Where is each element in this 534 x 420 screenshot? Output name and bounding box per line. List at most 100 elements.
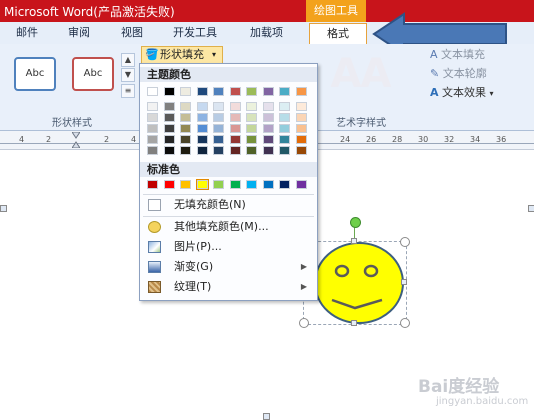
theme-shade-swatch[interactable] [213, 124, 224, 133]
theme-color-swatch[interactable] [213, 87, 224, 96]
resize-handle[interactable] [351, 320, 357, 326]
gallery-scroll-up-icon[interactable]: ▲ [121, 53, 135, 67]
theme-shade-swatch[interactable] [279, 135, 290, 144]
shape-style-red[interactable]: Abc [72, 57, 114, 91]
theme-shade-swatch[interactable] [279, 102, 290, 111]
theme-shade-swatch[interactable] [229, 102, 241, 111]
text-effects-button[interactable]: A 文本效果 ▾ [430, 85, 494, 101]
theme-shade-swatch[interactable] [180, 113, 191, 122]
theme-shade-swatch[interactable] [196, 146, 208, 155]
theme-shade-swatch[interactable] [295, 124, 307, 133]
theme-shade-swatch[interactable] [163, 102, 175, 111]
theme-shade-swatch[interactable] [279, 113, 290, 122]
tab-addins[interactable]: 加载项 [250, 24, 283, 42]
theme-shade-swatch[interactable] [180, 102, 191, 111]
theme-shade-swatch[interactable] [279, 146, 290, 155]
tab-view[interactable]: 视图 [121, 24, 143, 42]
standard-color-swatch[interactable] [180, 180, 191, 189]
standard-color-swatch[interactable] [163, 180, 175, 189]
theme-shade-swatch[interactable] [295, 102, 307, 111]
theme-shade-swatch[interactable] [229, 146, 241, 155]
theme-shade-swatch[interactable] [147, 146, 158, 155]
theme-shade-swatch[interactable] [246, 113, 257, 122]
standard-color-swatch[interactable] [295, 180, 307, 189]
theme-color-swatch[interactable] [279, 87, 290, 96]
resize-handle[interactable] [400, 318, 410, 328]
shape-style-blue[interactable]: Abc [14, 57, 56, 91]
theme-shade-swatch[interactable] [262, 124, 274, 133]
standard-color-swatch[interactable] [262, 180, 274, 189]
theme-shade-swatch[interactable] [213, 102, 224, 111]
theme-shade-swatch[interactable] [163, 113, 175, 122]
text-outline-button[interactable]: ✎ 文本轮廓 [430, 66, 487, 82]
menu-item-picture[interactable]: 图片(P)... [140, 237, 317, 257]
theme-shade-swatch[interactable] [262, 146, 274, 155]
resize-handle[interactable] [401, 279, 407, 285]
theme-color-swatch[interactable] [196, 87, 208, 96]
tab-review[interactable]: 审阅 [68, 24, 90, 42]
theme-shade-swatch[interactable] [180, 135, 191, 144]
theme-color-swatch[interactable] [229, 87, 241, 96]
standard-color-swatch[interactable] [246, 180, 257, 189]
standard-color-swatch[interactable] [195, 179, 209, 190]
contextual-tab-drawing-tools[interactable]: 绘图工具 [306, 0, 366, 22]
theme-shade-swatch[interactable] [163, 146, 175, 155]
text-fill-button[interactable]: A 文本填充 [430, 47, 485, 63]
menu-item-more-fill-colors[interactable]: 其他填充颜色(M)... [140, 217, 317, 237]
theme-shade-swatch[interactable] [147, 102, 158, 111]
ruler-indent-marker-icon[interactable] [71, 131, 81, 149]
menu-item-gradient[interactable]: 渐变(G) ▶ [140, 257, 317, 277]
theme-shade-swatch[interactable] [246, 135, 257, 144]
theme-shade-swatch[interactable] [246, 146, 257, 155]
menu-item-texture[interactable]: 纹理(T) ▶ [140, 277, 317, 297]
theme-shade-swatch[interactable] [180, 124, 191, 133]
resize-handle[interactable] [400, 237, 410, 247]
tab-mailings[interactable]: 邮件 [16, 24, 38, 42]
theme-shade-swatch[interactable] [229, 135, 241, 144]
theme-shade-swatch[interactable] [196, 113, 208, 122]
theme-shade-swatch[interactable] [213, 146, 224, 155]
theme-shade-swatch[interactable] [295, 135, 307, 144]
rotate-handle-icon[interactable] [350, 217, 361, 228]
standard-color-swatch[interactable] [279, 180, 290, 189]
theme-shade-swatch[interactable] [196, 124, 208, 133]
theme-color-swatch[interactable] [147, 87, 158, 96]
theme-shade-swatch[interactable] [262, 135, 274, 144]
theme-shade-swatch[interactable] [246, 102, 257, 111]
theme-shade-swatch[interactable] [262, 113, 274, 122]
theme-color-swatch[interactable] [262, 87, 274, 96]
theme-shade-swatch[interactable] [295, 113, 307, 122]
gallery-more-icon[interactable]: ≡ [121, 84, 135, 98]
standard-color-swatch[interactable] [229, 180, 241, 189]
wordart-style-2[interactable]: A [348, 52, 404, 96]
theme-shade-swatch[interactable] [147, 135, 158, 144]
theme-shade-swatch[interactable] [163, 135, 175, 144]
theme-shade-swatch[interactable] [147, 113, 158, 122]
theme-shade-swatch[interactable] [196, 102, 208, 111]
theme-shade-swatch[interactable] [180, 146, 191, 155]
tab-format[interactable]: 格式 [309, 23, 367, 45]
theme-shade-swatch[interactable] [229, 113, 241, 122]
standard-color-swatch[interactable] [213, 180, 224, 189]
theme-shade-swatch[interactable] [279, 124, 290, 133]
theme-shade-swatch[interactable] [246, 124, 257, 133]
theme-shade-swatch[interactable] [262, 102, 274, 111]
theme-color-swatch[interactable] [295, 87, 307, 96]
theme-shade-swatch[interactable] [196, 135, 208, 144]
theme-shade-swatch[interactable] [213, 135, 224, 144]
theme-shade-swatch[interactable] [229, 124, 241, 133]
resize-handle[interactable] [299, 318, 309, 328]
theme-color-swatch[interactable] [246, 87, 257, 96]
standard-color-swatch[interactable] [147, 180, 158, 189]
theme-shade-swatch[interactable] [147, 124, 158, 133]
tab-developer[interactable]: 开发工具 [173, 24, 217, 42]
resize-handle[interactable] [351, 238, 357, 244]
shape-fill-button[interactable]: 🪣 形状填充 ▾ [141, 46, 223, 64]
theme-color-swatch[interactable] [180, 87, 191, 96]
theme-color-swatch[interactable] [163, 87, 175, 96]
theme-shade-swatch[interactable] [163, 124, 175, 133]
theme-shade-swatch[interactable] [213, 113, 224, 122]
gallery-scroll-down-icon[interactable]: ▼ [121, 68, 135, 82]
theme-shade-swatch[interactable] [295, 146, 307, 155]
menu-item-no-fill[interactable]: 无填充颜色(N) [140, 195, 317, 215]
